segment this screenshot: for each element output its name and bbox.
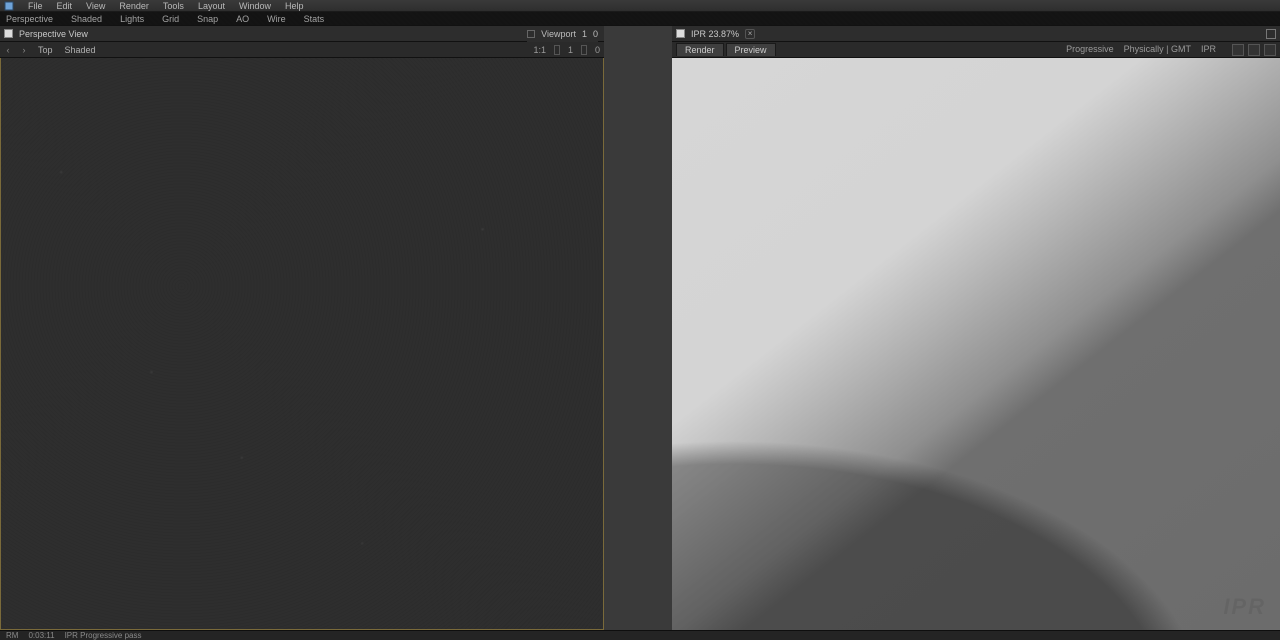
maximize-icon[interactable] (1266, 29, 1276, 39)
crumb-a: 1 (582, 29, 587, 39)
menu-window[interactable]: Window (239, 0, 271, 11)
mini-slot-b[interactable] (581, 45, 587, 55)
status-bar: RM 0:03:11 IPR Progressive pass (0, 630, 1280, 640)
view-mode-shaded[interactable]: Shaded (63, 45, 98, 55)
menu-render[interactable]: Render (119, 0, 149, 11)
render-watermark: IPR (1223, 594, 1266, 620)
menu-layout[interactable]: Layout (198, 0, 225, 11)
left-pane-tabs: Perspective View Viewport 1 0 (0, 26, 604, 42)
right-pane: IPR 23.87% × Render Preview Progressive … (672, 26, 1280, 630)
right-subbar-info: Progressive Physically | GMT IPR (1066, 44, 1276, 56)
left-viewport[interactable] (0, 58, 604, 630)
crumb-box-icon[interactable] (527, 30, 535, 38)
ribbon-item[interactable]: Grid (162, 14, 179, 24)
workspace-split: Perspective View Viewport 1 0 ‹ › Top Sh… (0, 26, 1280, 630)
ribbon-item[interactable]: Stats (304, 14, 325, 24)
tab-render[interactable]: Render (676, 43, 724, 56)
tab-preview[interactable]: Preview (726, 43, 776, 56)
right-pane-tabs: IPR 23.87% × (672, 26, 1280, 42)
zoom-ratio: 1:1 (533, 45, 546, 55)
nav-back-icon[interactable]: ‹ (4, 45, 12, 55)
close-icon[interactable]: × (745, 29, 755, 39)
mini-slot-a[interactable] (554, 45, 560, 55)
status-mode: RM (6, 631, 18, 640)
main-menubar: File Edit View Render Tools Layout Windo… (0, 0, 1280, 12)
nav-fwd-icon[interactable]: › (20, 45, 28, 55)
right-pane-subbar: Render Preview Progressive Physically | … (672, 42, 1280, 58)
right-pane-title[interactable]: IPR 23.87% (691, 29, 739, 39)
menu-tools[interactable]: Tools (163, 0, 184, 11)
app-icon[interactable] (4, 0, 14, 11)
menu-file[interactable]: File (28, 0, 43, 11)
view-mode-top[interactable]: Top (36, 45, 55, 55)
status-time: 0:03:11 (28, 631, 54, 640)
right-viewport[interactable]: IPR (672, 58, 1280, 630)
status-msg: IPR Progressive pass (65, 631, 142, 640)
ipr-save-button[interactable] (1264, 44, 1276, 56)
ipr-stop-button[interactable] (1248, 44, 1260, 56)
ribbon-item[interactable]: AO (236, 14, 249, 24)
renderer-label: Progressive (1066, 44, 1114, 56)
ipr-label: IPR (1201, 44, 1216, 56)
left-subbar-right: 1:1 1 0 (533, 45, 600, 55)
toolbar-ribbon: Perspective Shaded Lights Grid Snap AO W… (0, 12, 1280, 26)
ribbon-item[interactable]: Snap (197, 14, 218, 24)
ipr-start-button[interactable] (1232, 44, 1244, 56)
right-subbar-buttons (1232, 44, 1276, 56)
document-icon (4, 29, 13, 38)
menu-view[interactable]: View (86, 0, 105, 11)
renderer-detail: Physically | GMT (1124, 44, 1191, 56)
left-pane-subbar: ‹ › Top Shaded 1:1 1 0 (0, 42, 604, 58)
mini-num-a: 1 (568, 45, 573, 55)
ribbon-item[interactable]: Shaded (71, 14, 102, 24)
right-subbar-tabs: Render Preview (676, 43, 776, 56)
ribbon-item[interactable]: Perspective (6, 14, 53, 24)
left-pane-title[interactable]: Perspective View (19, 29, 88, 39)
document-icon (676, 29, 685, 38)
mini-num-b: 0 (595, 45, 600, 55)
left-pane-crumb: Viewport 1 0 (527, 26, 598, 42)
right-pane-tab-controls (1266, 29, 1276, 39)
menu-edit[interactable]: Edit (57, 0, 73, 11)
left-pane: Perspective View Viewport 1 0 ‹ › Top Sh… (0, 26, 604, 630)
crumb-label[interactable]: Viewport (541, 29, 576, 39)
ribbon-item[interactable]: Lights (120, 14, 144, 24)
crumb-b: 0 (593, 29, 598, 39)
pane-splitter[interactable] (604, 26, 672, 630)
menu-help[interactable]: Help (285, 0, 304, 11)
ribbon-item[interactable]: Wire (267, 14, 286, 24)
